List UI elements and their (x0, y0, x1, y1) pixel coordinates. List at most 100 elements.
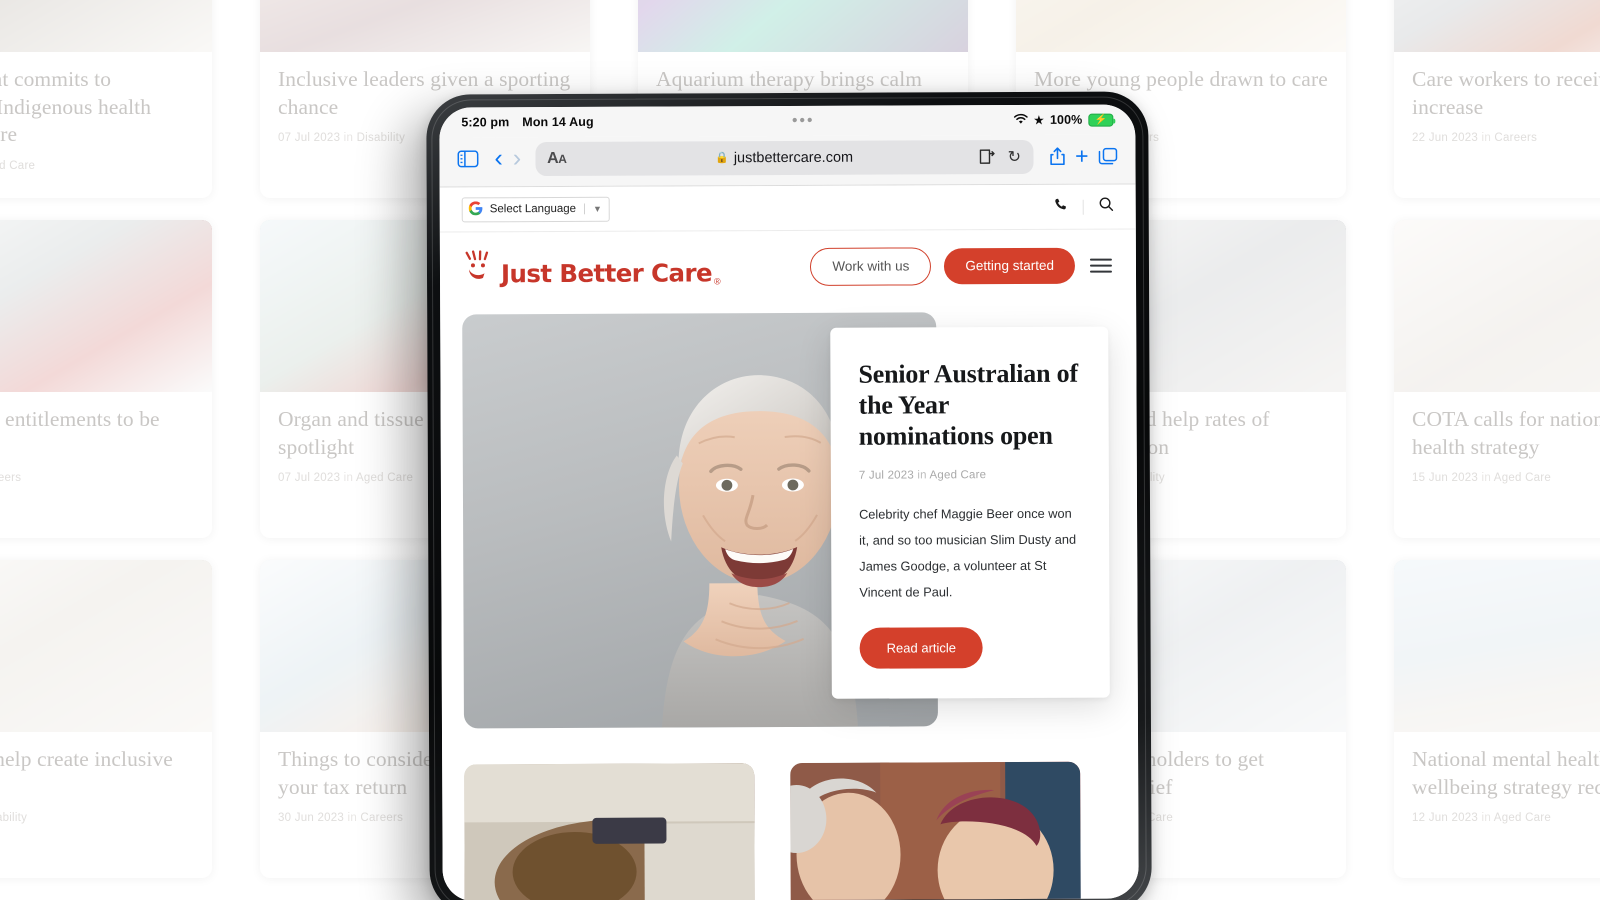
background-article-card: Carer leave entitlements to be expanded 0… (0, 220, 212, 538)
battery-charging-icon: ⚡ (1088, 113, 1114, 127)
text-size-icon[interactable]: AA (547, 149, 566, 167)
share-icon[interactable] (1049, 147, 1065, 166)
background-card-date: 15 Jun 2023 (1412, 472, 1479, 485)
background-card-image (1016, 0, 1346, 52)
background-article-card: COTA calls for national older health str… (1394, 220, 1600, 538)
address-bar[interactable]: AA 🔒 justbettercare.com ↻ (535, 139, 1034, 176)
background-card-title: Carer leave entitlements to be expanded (0, 407, 160, 431)
hero-title: Senior Australian of the Year nomination… (858, 358, 1078, 451)
multitask-handle-dots[interactable]: ••• (594, 112, 1013, 129)
background-card-image (0, 220, 212, 392)
background-card-title: New tools help create inclusive classroo… (0, 747, 173, 771)
background-card-category: Disability (356, 132, 406, 145)
background-card-date: 07 Jul 2023 (278, 132, 341, 145)
tablet-screen: 5:20 pm Mon 14 Aug ••• ★ 100% ⚡ ‹ › AA 🔒… (439, 104, 1139, 900)
reload-icon[interactable]: ↻ (1008, 146, 1021, 166)
status-time: 5:20 pm (461, 115, 510, 130)
secure-lock-icon: 🔒 (715, 152, 729, 165)
read-article-button[interactable]: Read article (859, 627, 984, 669)
background-card-category: Aged Care (1493, 472, 1552, 485)
tablet-device-frame: 5:20 pm Mon 14 Aug ••• ★ 100% ⚡ ‹ › AA 🔒… (426, 91, 1152, 900)
work-with-us-button[interactable]: Work with us (810, 247, 932, 286)
background-card-image (0, 0, 212, 52)
background-card-meta: 12 Jun 2023 in Aged Care (1412, 812, 1600, 824)
background-card-category: Careers (0, 472, 22, 485)
background-card-meta: 15 Jun 2023 in Aged Care (1412, 472, 1600, 484)
just-better-care-smiley-logo (462, 249, 496, 287)
status-bar-left: 5:20 pm Mon 14 Aug (461, 115, 593, 130)
utility-bar: Select Language | ▼ (439, 184, 1136, 233)
logo-wordmark: Just Better Care (500, 258, 712, 289)
background-card-image (260, 0, 590, 52)
background-card-title: Aquarium therapy brings calm (656, 67, 923, 91)
background-card-category: Aged Care (355, 472, 414, 485)
hero-in-word: in (917, 469, 927, 482)
getting-started-button[interactable]: Getting started (944, 248, 1076, 285)
battery-percent-label: 100% (1049, 112, 1083, 127)
hero-excerpt: Celebrity chef Maggie Beer once won it, … (859, 505, 1077, 600)
background-card-meta: 07 Jul 2023 in Aged Care (0, 160, 194, 172)
new-tab-icon[interactable]: + (1075, 143, 1089, 169)
hamburger-menu-icon[interactable] (1088, 254, 1114, 277)
two-men-laughing-photo (790, 761, 1081, 900)
background-card-in-word: in (343, 132, 354, 145)
hero-date: 7 Jul 2023 (858, 469, 914, 482)
divider (1082, 199, 1084, 215)
website-viewport: Select Language | ▼ Just Better Care ® W… (439, 184, 1139, 900)
background-card-date: 30 Jun 2023 (278, 812, 345, 825)
registered-mark: ® (713, 275, 721, 286)
lower-article-row (442, 725, 1139, 900)
ipad-status-bar: 5:20 pm Mon 14 Aug ••• ★ 100% ⚡ (439, 104, 1136, 138)
background-card-category: Aged Care (1493, 812, 1552, 825)
background-article-card: Government commits to improving Indigeno… (0, 0, 212, 198)
background-card-image (0, 560, 212, 732)
article-card[interactable] (464, 763, 755, 900)
article-card[interactable] (790, 761, 1081, 900)
chevron-down-icon[interactable]: ▼ (593, 204, 602, 214)
select-language-label: Select Language (489, 202, 577, 216)
background-card-in-word: in (1481, 472, 1491, 485)
background-card-meta: 22 Jun 2023 in Careers (1412, 132, 1600, 144)
background-card-image (1394, 220, 1600, 392)
background-card-in-word: in (1481, 812, 1491, 825)
background-card-image (638, 0, 968, 52)
extensions-icon[interactable] (979, 149, 997, 164)
safari-toolbar: ‹ › AA 🔒 justbettercare.com ↻ + (439, 134, 1136, 188)
hero-article-card: Senior Australian of the Year nomination… (830, 326, 1110, 700)
background-article-card: National mental health and wellbeing str… (1394, 560, 1600, 878)
google-g-icon (468, 200, 483, 218)
site-logo[interactable]: Just Better Care ® (462, 249, 721, 289)
background-card-title: Government commits to improving Indigeno… (0, 67, 152, 147)
background-card-meta: 04 Jul 2023 in Disability (0, 812, 194, 824)
background-card-date: 22 Jun 2023 (1412, 132, 1479, 145)
address-bar-content: 🔒 justbettercare.com (535, 148, 1033, 166)
background-card-meta: 07 Jul 2023 in Careers (0, 472, 194, 484)
sidebar-icon[interactable] (457, 150, 479, 168)
location-star-icon: ★ (1033, 114, 1044, 127)
background-card-title: COTA calls for national older health str… (1412, 407, 1600, 459)
hero-meta: 7 Jul 2023 in Aged Care (859, 469, 1081, 482)
background-card-category: Careers (1494, 132, 1538, 145)
hero-category[interactable]: Aged Care (929, 469, 986, 481)
background-card-image (1394, 0, 1600, 52)
search-icon[interactable] (1099, 197, 1114, 217)
clasped-elderly-hands-photo (464, 763, 755, 900)
background-card-date: 07 Jul 2023 (278, 472, 341, 485)
background-card-title: Care workers to receive pay increase (1412, 67, 1600, 119)
status-bar-right: ★ 100% ⚡ (1013, 112, 1114, 127)
background-article-card: New tools help create inclusive classroo… (0, 560, 212, 878)
phone-icon[interactable] (1054, 197, 1068, 216)
status-date: Mon 14 Aug (522, 114, 594, 130)
background-card-category: Aged Care (0, 159, 36, 172)
background-card-title: National mental health and wellbeing str… (1412, 747, 1600, 799)
background-card-in-word: in (347, 812, 357, 825)
background-card-in-word: in (1481, 132, 1491, 145)
divider: | (583, 202, 587, 215)
google-translate-widget[interactable]: Select Language | ▼ (461, 196, 611, 222)
back-icon[interactable]: ‹ (494, 144, 502, 172)
background-card-date: 12 Jun 2023 (1412, 812, 1479, 825)
forward-icon[interactable]: › (513, 144, 521, 172)
tabs-overview-icon[interactable] (1098, 147, 1118, 165)
site-header: Just Better Care ® Work with us Getting … (440, 229, 1136, 304)
background-card-image (1394, 560, 1600, 732)
